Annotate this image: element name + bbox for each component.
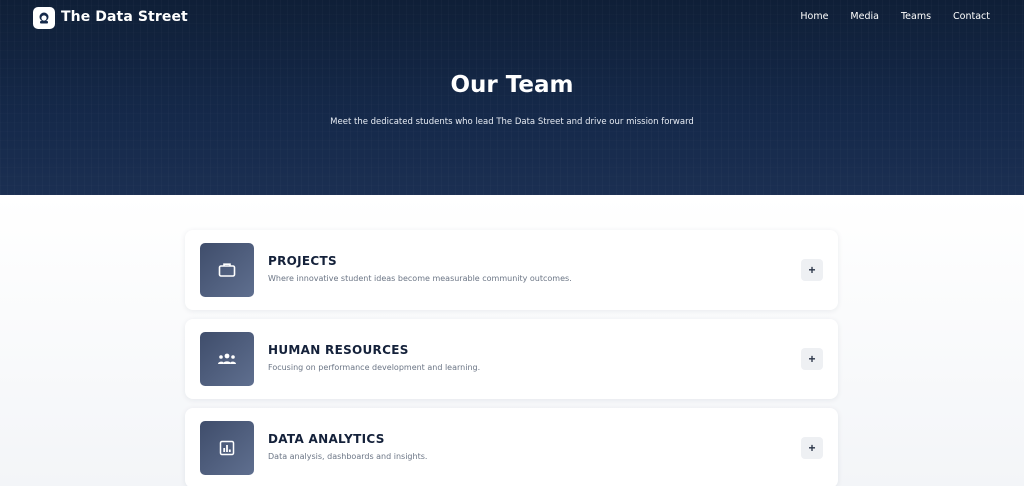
nav-link-teams[interactable]: Teams [901, 11, 931, 22]
logo-mascot-icon[interactable] [33, 7, 55, 29]
team-title: DATA ANALYTICS [268, 432, 385, 446]
teams-section: PROJECTS Where innovative student ideas … [0, 195, 1024, 486]
expand-button[interactable]: + [801, 437, 823, 459]
team-description: Where innovative student ideas become me… [268, 274, 572, 283]
expand-button[interactable]: + [801, 348, 823, 370]
top-navbar: The Data Street Home Media Teams Contact [0, 0, 1024, 36]
team-description: Data analysis, dashboards and insights. [268, 452, 428, 461]
team-card-human-resources[interactable]: HUMAN RESOURCES Focusing on performance … [185, 319, 838, 399]
expand-button[interactable]: + [801, 259, 823, 281]
brand-name[interactable]: The Data Street [61, 9, 188, 25]
nav-link-media[interactable]: Media [850, 11, 879, 22]
nav-links: Home Media Teams Contact [800, 11, 990, 22]
page-subtitle: Meet the dedicated students who lead The… [330, 117, 694, 127]
nav-link-home[interactable]: Home [800, 11, 828, 22]
people-group-icon [200, 332, 254, 386]
briefcase-icon [200, 243, 254, 297]
page-title: Our Team [450, 72, 574, 98]
team-card-data-analytics[interactable]: DATA ANALYTICS Data analysis, dashboards… [185, 408, 838, 486]
hero-section: The Data Street Home Media Teams Contact… [0, 0, 1024, 195]
team-description: Focusing on performance development and … [268, 363, 481, 372]
team-title: HUMAN RESOURCES [268, 343, 409, 357]
nav-link-contact[interactable]: Contact [953, 11, 990, 22]
bar-chart-icon [200, 421, 254, 475]
team-title: PROJECTS [268, 254, 337, 268]
team-card-projects[interactable]: PROJECTS Where innovative student ideas … [185, 230, 838, 310]
